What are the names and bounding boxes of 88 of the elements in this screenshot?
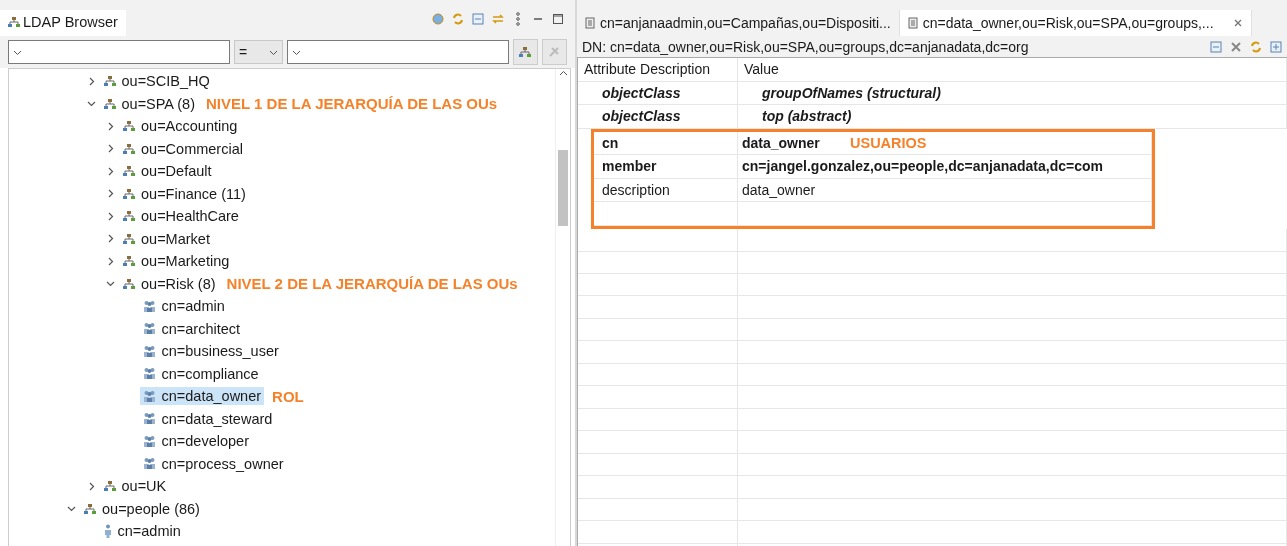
document-icon [907, 17, 918, 29]
group-icon [142, 434, 156, 448]
annotation-label: NIVEL 1 DE LA JERARQUÍA DE LAS OUs [206, 95, 498, 113]
dn-label: DN: cn=data_owner,ou=Risk,ou=SPA,ou=groups,dc=anjanadata,dc=org [582, 38, 1029, 55]
chevron-down-icon[interactable] [86, 99, 96, 109]
document-icon [585, 17, 595, 29]
value-cell: groupOfNames (structural) [738, 81, 1287, 104]
chevron-right-icon[interactable] [106, 189, 115, 199]
attribute-cell: objectClass [578, 105, 738, 128]
column-header[interactable]: Attribute Description [578, 58, 738, 81]
group-icon [142, 389, 156, 403]
org-chart-icon [103, 480, 116, 493]
tree-item[interactable]: cn=data_owner [139, 387, 265, 406]
tree-item[interactable]: ou=Risk (8) [120, 274, 219, 293]
attribute-cell: cn [594, 131, 738, 154]
value-cell: cn=jangel.gonzalez,ou=people,dc=anjanadata,dc=com [738, 155, 1152, 178]
chevron-down-icon[interactable] [67, 504, 76, 514]
annotation-label: NIVEL 2 DE LA JERARQUÍA DE LAS OUs [226, 275, 518, 293]
value-dropdown[interactable] [286, 40, 509, 64]
tree-item[interactable]: cn=compliance [139, 364, 262, 383]
attribute-cell: member [594, 155, 738, 178]
group-icon [142, 412, 156, 426]
annotation-label: USUARIOS [850, 134, 927, 151]
group-icon [142, 367, 156, 381]
tree-item[interactable]: cn=data_steward [139, 409, 276, 428]
person-icon [103, 524, 112, 539]
tree-item[interactable]: cn=admin [139, 297, 228, 316]
close-icon[interactable] [1232, 18, 1243, 28]
chevron-right-icon[interactable] [106, 121, 115, 131]
value-cell: data_owner [738, 178, 1152, 201]
chevron-down-icon[interactable] [106, 279, 115, 289]
chevron-right-icon[interactable] [106, 144, 115, 154]
refresh-icon[interactable] [451, 12, 465, 26]
chevron-right-icon[interactable] [106, 256, 115, 266]
org-chart-icon [84, 502, 96, 515]
view-tab[interactable]: LDAP Browser [0, 10, 126, 36]
group-icon [142, 299, 156, 313]
tree-item[interactable]: cn=architect [139, 319, 244, 338]
tree-item[interactable]: ou=SCIB_HQ [100, 72, 213, 91]
value-cell: top (abstract) [738, 105, 1287, 128]
org-chart-icon [103, 97, 116, 110]
tree-item[interactable]: ou=people (86) [81, 499, 203, 518]
scrollbar-thumb[interactable] [558, 150, 568, 226]
attribute-cell: description [594, 178, 738, 201]
tree-item[interactable]: ou=UK [100, 477, 170, 496]
filter-button[interactable] [512, 39, 538, 65]
org-chart-icon [123, 165, 135, 178]
group-icon [142, 344, 156, 358]
tree-item[interactable]: ou=Commercial [120, 139, 246, 158]
column-header[interactable]: Value [738, 58, 1287, 81]
attribute-dropdown[interactable] [8, 40, 230, 64]
tree-item[interactable]: ou=Default [120, 162, 215, 181]
tree-item[interactable]: ou=HealthCare [120, 207, 242, 226]
delete-icon[interactable] [1229, 39, 1243, 54]
cross-icon [547, 45, 562, 59]
tree-item[interactable]: cn=business_user [139, 342, 282, 361]
group-icon [142, 322, 156, 336]
tree-item[interactable]: cn=developer [139, 432, 252, 451]
org-chart-icon [123, 210, 135, 223]
tree-item[interactable]: cn=process_owner [139, 454, 287, 473]
operator-dropdown[interactable]: = [233, 40, 283, 64]
expand-all-icon[interactable] [1269, 39, 1283, 54]
org-chart-icon [103, 75, 116, 88]
chevron-right-icon[interactable] [106, 211, 115, 221]
editor-tab[interactable]: cn=data_owner,ou=Risk,ou=SPA,ou=groups,... [899, 10, 1252, 36]
org-chart-icon [123, 187, 135, 200]
tree-item[interactable]: cn=admin [100, 522, 184, 541]
link-icon[interactable] [491, 12, 505, 26]
maximize-icon[interactable] [551, 12, 565, 26]
attribute-cell: objectClass [578, 81, 738, 104]
chevron-up-icon[interactable] [558, 69, 568, 78]
tree-item[interactable]: ou=SPA (8) [100, 94, 198, 113]
org-chart-icon [123, 277, 135, 290]
group-icon [142, 457, 156, 471]
tree-item[interactable]: ou=Finance (11) [120, 184, 249, 203]
org-chart-icon [123, 232, 135, 245]
org-chart-icon [8, 16, 20, 28]
annotation-label: ROL [272, 387, 304, 405]
refresh-icon[interactable] [1249, 39, 1263, 54]
tree-item[interactable]: ou=Accounting [120, 117, 241, 136]
org-chart-icon [123, 142, 135, 155]
tree-item[interactable]: ou=Market [120, 229, 213, 248]
chevron-right-icon[interactable] [106, 234, 115, 244]
chevron-right-icon[interactable] [106, 166, 115, 176]
org-chart-icon [123, 255, 135, 268]
org-chart-icon [519, 46, 532, 58]
org-chart-icon [123, 120, 135, 133]
tree-item[interactable]: ou=Marketing [120, 252, 233, 271]
